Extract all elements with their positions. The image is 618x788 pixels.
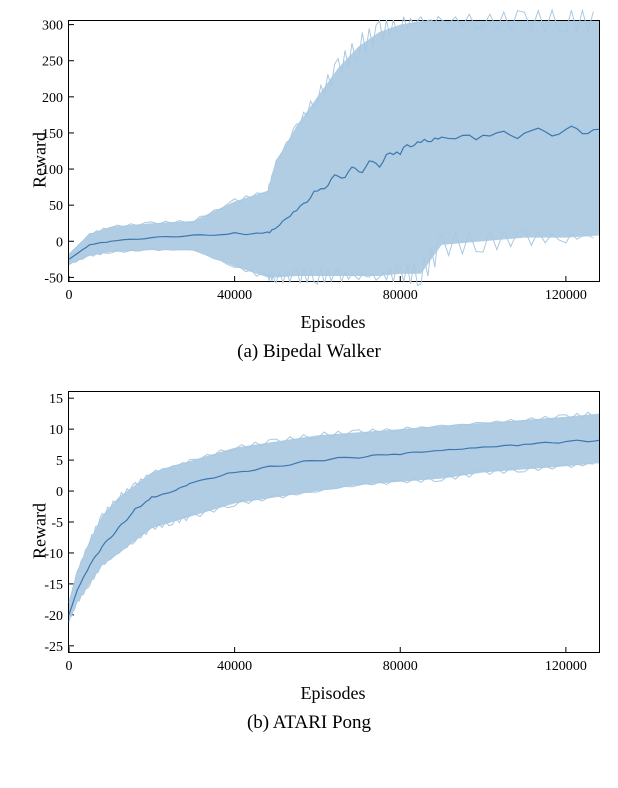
svg-text:300: 300 (42, 19, 63, 34)
svg-text:0: 0 (56, 235, 63, 250)
xlabel-a: Episodes (10, 312, 608, 333)
ylabel-a: Reward (29, 132, 50, 188)
svg-text:0: 0 (66, 659, 73, 674)
svg-text:40000: 40000 (217, 288, 252, 303)
figure-b: Reward -25-20-15-10-50510150400008000012… (10, 381, 608, 734)
svg-text:250: 250 (42, 55, 63, 70)
svg-text:120000: 120000 (545, 659, 587, 674)
svg-text:-15: -15 (44, 578, 63, 593)
plot-b: -25-20-15-10-505101504000080000120000 (68, 391, 600, 653)
plot-a: -5005010015020025030004000080000120000 (68, 20, 600, 282)
svg-text:0: 0 (66, 288, 73, 303)
svg-text:15: 15 (49, 392, 63, 407)
svg-text:-5: -5 (51, 516, 63, 531)
xlabel-b: Episodes (10, 683, 608, 704)
svg-text:5: 5 (56, 454, 63, 469)
plot-b-box: Reward -25-20-15-10-50510150400008000012… (10, 381, 608, 681)
svg-text:-50: -50 (44, 271, 63, 286)
svg-text:40000: 40000 (217, 659, 252, 674)
ylabel-b: Reward (29, 503, 50, 559)
svg-text:-20: -20 (44, 609, 63, 624)
caption-b: (b) ATARI Pong (10, 712, 608, 734)
figure-a: Reward -50050100150200250300040000800001… (10, 10, 608, 363)
svg-text:0: 0 (56, 485, 63, 500)
caption-a: (a) Bipedal Walker (10, 341, 608, 363)
svg-text:50: 50 (49, 199, 63, 214)
svg-text:10: 10 (49, 423, 63, 438)
svg-text:200: 200 (42, 91, 63, 106)
svg-text:-25: -25 (44, 640, 63, 655)
plot-a-box: Reward -50050100150200250300040000800001… (10, 10, 608, 310)
svg-text:80000: 80000 (383, 659, 418, 674)
svg-text:120000: 120000 (545, 288, 587, 303)
svg-text:80000: 80000 (383, 288, 418, 303)
